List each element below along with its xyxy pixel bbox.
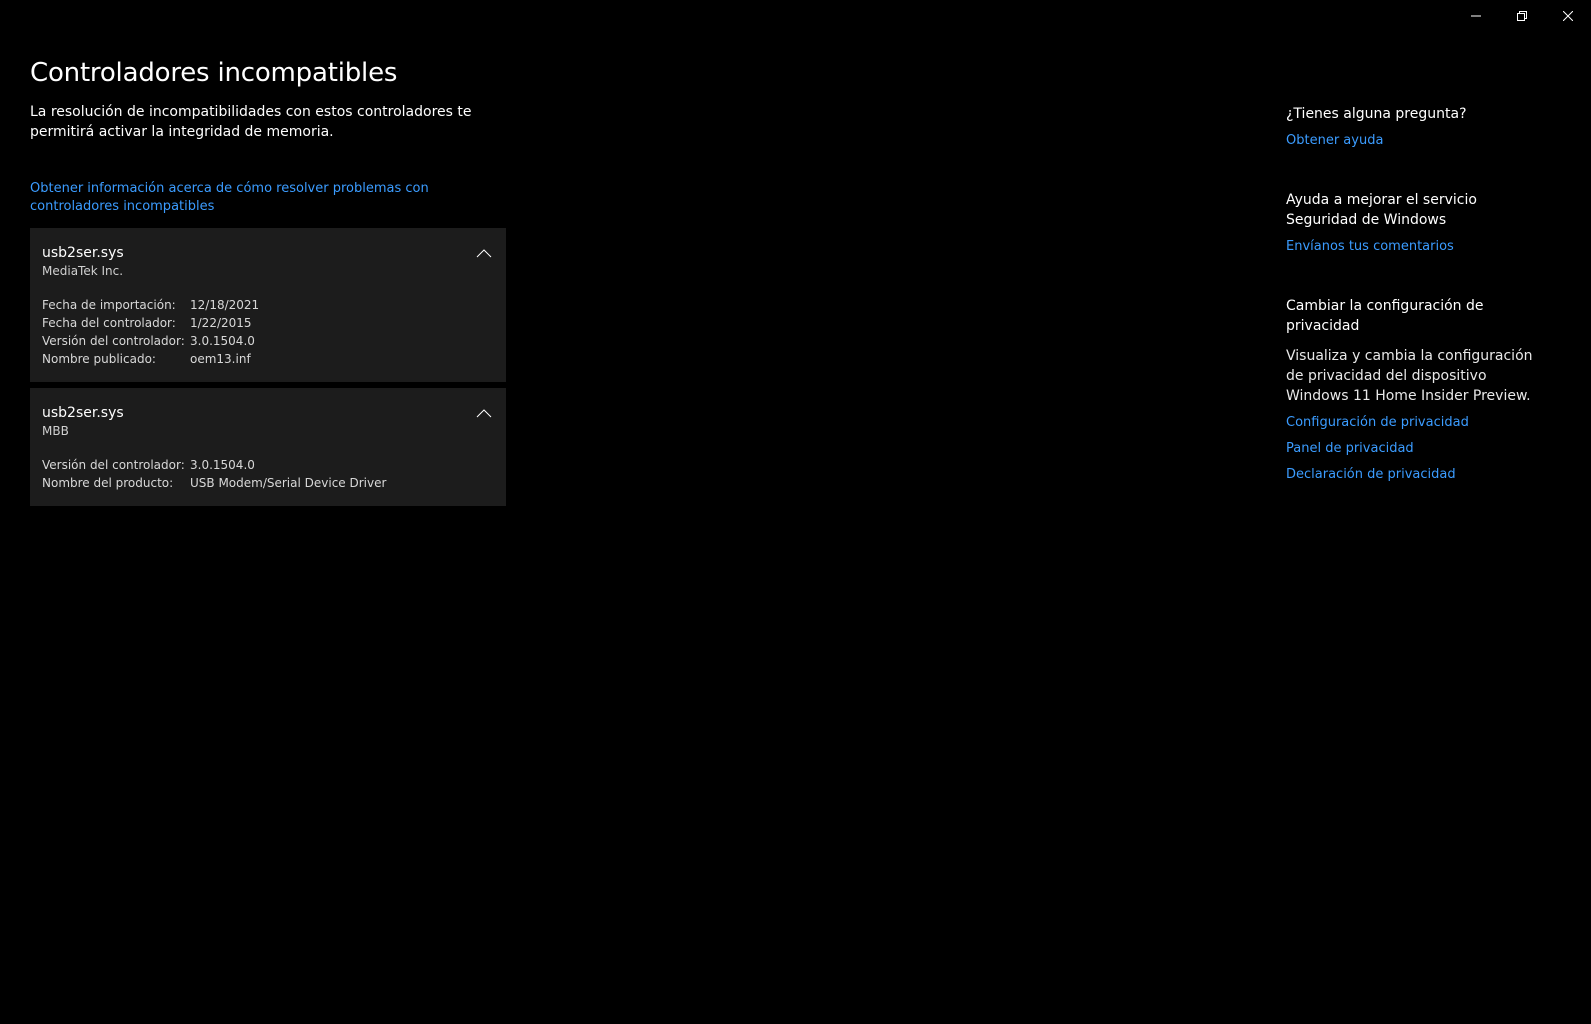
driver-name: usb2ser.sys [42,405,124,421]
detail-label: Fecha del controlador: [42,316,176,330]
side-panel: ¿Tienes alguna pregunta? Obtener ayuda A… [1286,104,1536,524]
minimize-button[interactable] [1453,0,1499,32]
detail-row: Versión del controlador: 3.0.1504.0 [42,456,494,474]
page-description: La resolución de incompatibilidades con … [30,104,472,140]
restore-icon [1517,11,1527,21]
detail-row: Fecha de importación: 12/18/2021 [42,296,494,314]
detail-label: Nombre del producto: [42,476,174,490]
privacy-description: Visualiza y cambia la configuración de p… [1286,348,1533,404]
close-icon [1563,11,1573,21]
restore-button[interactable] [1499,0,1545,32]
chevron-up-icon [476,408,492,417]
detail-value: 1/22/2015 [190,316,252,330]
collapse-button[interactable] [474,246,494,260]
questions-heading: ¿Tienes alguna pregunta? [1286,106,1467,122]
driver-name: usb2ser.sys [42,245,124,261]
detail-value: 3.0.1504.0 [190,458,255,472]
driver-publisher: MBB [42,424,69,438]
driver-details: Versión del controlador: 3.0.1504.0 Nomb… [42,456,494,492]
detail-value: USB Modem/Serial Device Driver [190,476,387,490]
detail-value: 12/18/2021 [190,298,260,312]
detail-row: Versión del controlador: 3.0.1504.0 [42,332,494,350]
privacy-heading: Cambiar la configuración de privacidad [1286,298,1484,334]
improve-section: Ayuda a mejorar el servicio Seguridad de… [1286,190,1536,256]
privacy-settings-link[interactable]: Configuración de privacidad [1286,414,1536,432]
detail-label: Nombre publicado: [42,352,156,366]
minimize-icon [1471,15,1481,17]
driver-card-2[interactable]: usb2ser.sys MBB Versión del controlador:… [30,388,506,506]
detail-value: oem13.inf [190,352,251,366]
get-help-link[interactable]: Obtener ayuda [1286,132,1536,150]
driver-details: Fecha de importación: 12/18/2021 Fecha d… [42,296,494,368]
detail-row: Fecha del controlador: 1/22/2015 [42,314,494,332]
privacy-statement-link[interactable]: Declaración de privacidad [1286,466,1536,484]
detail-label: Versión del controlador: [42,334,185,348]
questions-section: ¿Tienes alguna pregunta? Obtener ayuda [1286,104,1536,150]
privacy-section: Cambiar la configuración de privacidad V… [1286,296,1536,484]
detail-row: Nombre del producto: USB Modem/Serial De… [42,474,494,492]
detail-label: Versión del controlador: [42,458,185,472]
detail-value: 3.0.1504.0 [190,334,255,348]
detail-label: Fecha de importación: [42,298,176,312]
collapse-button[interactable] [474,406,494,420]
improve-heading: Ayuda a mejorar el servicio Seguridad de… [1286,192,1477,228]
driver-card-1[interactable]: usb2ser.sys MediaTek Inc. Fecha de impor… [30,228,506,382]
detail-row: Nombre publicado: oem13.inf [42,350,494,368]
learn-more-link[interactable]: Obtener información acerca de cómo resol… [30,180,430,216]
window-controls [1453,0,1591,32]
feedback-link[interactable]: Envíanos tus comentarios [1286,238,1536,256]
main-content: Controladores incompatibles La resolució… [30,56,520,506]
close-button[interactable] [1545,0,1591,32]
chevron-up-icon [476,248,492,257]
page-title: Controladores incompatibles [30,58,398,88]
privacy-dashboard-link[interactable]: Panel de privacidad [1286,440,1536,458]
driver-publisher: MediaTek Inc. [42,264,124,278]
